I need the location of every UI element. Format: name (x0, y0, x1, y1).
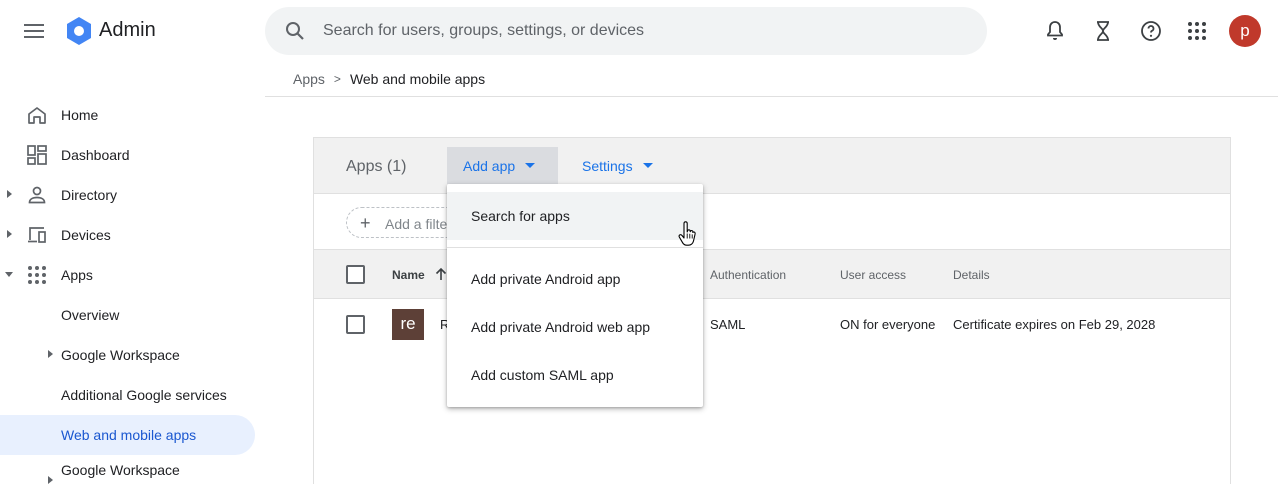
column-header-details[interactable]: Details (953, 268, 990, 282)
app-authentication: SAML (710, 317, 746, 332)
collapse-arrow-icon[interactable] (5, 272, 13, 277)
admin-logo-icon (67, 17, 91, 45)
hamburger-line (24, 30, 44, 32)
sidebar-item-web-and-mobile-apps[interactable]: Web and mobile apps (0, 415, 255, 455)
hourglass-tasks-icon[interactable] (1091, 19, 1115, 43)
sidebar-item-home[interactable]: Home (0, 95, 255, 135)
sidebar-item-apps[interactable]: Apps (0, 255, 255, 295)
search-icon (286, 22, 304, 40)
column-header-authentication[interactable]: Authentication (710, 268, 786, 282)
breadcrumb-separator: > (333, 72, 341, 86)
sidebar-item-label: Dashboard (61, 147, 130, 163)
search-bar[interactable] (265, 7, 987, 55)
breadcrumb-current: Web and mobile apps (349, 71, 486, 87)
sidebar-item-google-workspace[interactable]: Google Workspace (0, 335, 255, 375)
dropdown-caret-icon (643, 163, 653, 168)
expand-arrow-icon[interactable] (7, 230, 12, 238)
settings-label: Settings (582, 158, 633, 174)
sidebar-item-label: Directory (61, 187, 118, 203)
sidebar-item-label: Home (61, 107, 99, 123)
hamburger-line (24, 36, 44, 38)
sidebar-item-label: Overview (61, 307, 120, 323)
sidebar-item-label: Apps (61, 267, 93, 283)
home-icon (28, 107, 46, 124)
apps-grid-icon[interactable] (1185, 19, 1209, 43)
sidebar-item-label: Google Workspace (61, 462, 180, 478)
column-header-user-access[interactable]: User access (840, 268, 906, 282)
menu-item-search-for-apps[interactable]: Search for apps (447, 192, 703, 240)
sidebar-item-label: Web and mobile apps (61, 427, 197, 443)
column-header-name[interactable]: Name (392, 268, 425, 282)
plus-icon: + (360, 213, 371, 233)
menu-item-label: Add custom SAML app (471, 367, 614, 383)
add-filter-label: Add a filter (385, 216, 452, 232)
add-app-button[interactable]: Add app (447, 147, 558, 184)
expand-arrow-icon[interactable] (7, 190, 12, 198)
breadcrumb: Apps > Web and mobile apps (293, 71, 485, 87)
sort-ascending-icon[interactable] (434, 267, 448, 281)
main-menu-button[interactable] (24, 24, 44, 40)
user-avatar[interactable]: p (1229, 15, 1261, 47)
sidebar-item-dashboard[interactable]: Dashboard (0, 135, 255, 175)
sidebar-item-overview[interactable]: Overview (0, 295, 255, 335)
sidebar-item-label: Devices (61, 227, 111, 243)
add-app-dropdown-menu: Search for apps Add private Android app … (447, 184, 703, 407)
apps-count-title: Apps (1) (346, 158, 407, 175)
menu-divider (447, 247, 703, 248)
sidebar-item-google-workspace-marketplace[interactable]: Google Workspace (0, 455, 255, 484)
add-app-label: Add app (463, 158, 516, 174)
dropdown-caret-icon (525, 163, 535, 168)
person-icon (28, 186, 46, 204)
search-input[interactable] (323, 7, 963, 55)
brand-name: Admin (99, 19, 156, 41)
app-user-access: ON for everyone (840, 317, 936, 332)
settings-button[interactable]: Settings (582, 158, 653, 174)
devices-icon (28, 227, 46, 243)
app-details: Certificate expires on Feb 29, 2028 (953, 317, 1156, 332)
menu-item-add-private-android-web-app[interactable]: Add private Android web app (447, 303, 703, 351)
sidebar-item-label: Additional Google services (61, 387, 227, 403)
hamburger-line (24, 24, 44, 26)
sidebar-item-directory[interactable]: Directory (0, 175, 255, 215)
help-icon[interactable] (1139, 19, 1163, 43)
notifications-bell-icon[interactable] (1043, 19, 1067, 43)
apps-grid-icon (28, 266, 46, 284)
breadcrumb-apps-link[interactable]: Apps (293, 71, 325, 87)
app-badge: re (392, 309, 424, 340)
expand-arrow-icon[interactable] (48, 476, 53, 484)
menu-item-add-private-android-app[interactable]: Add private Android app (447, 255, 703, 303)
menu-item-add-custom-saml-app[interactable]: Add custom SAML app (447, 351, 703, 399)
menu-item-label: Search for apps (471, 208, 570, 224)
header-divider (265, 96, 1278, 97)
sidebar-item-label: Google Workspace (61, 347, 180, 363)
dashboard-icon (27, 145, 47, 165)
menu-item-label: Add private Android app (471, 271, 621, 287)
menu-item-label: Add private Android web app (471, 319, 651, 335)
hand-pointer-cursor-icon (678, 221, 696, 246)
expand-arrow-icon[interactable] (48, 350, 53, 358)
sidebar-item-additional-google-services[interactable]: Additional Google services (0, 375, 255, 415)
row-checkbox[interactable] (346, 315, 365, 334)
select-all-checkbox[interactable] (346, 265, 365, 284)
sidebar-item-devices[interactable]: Devices (0, 215, 255, 255)
